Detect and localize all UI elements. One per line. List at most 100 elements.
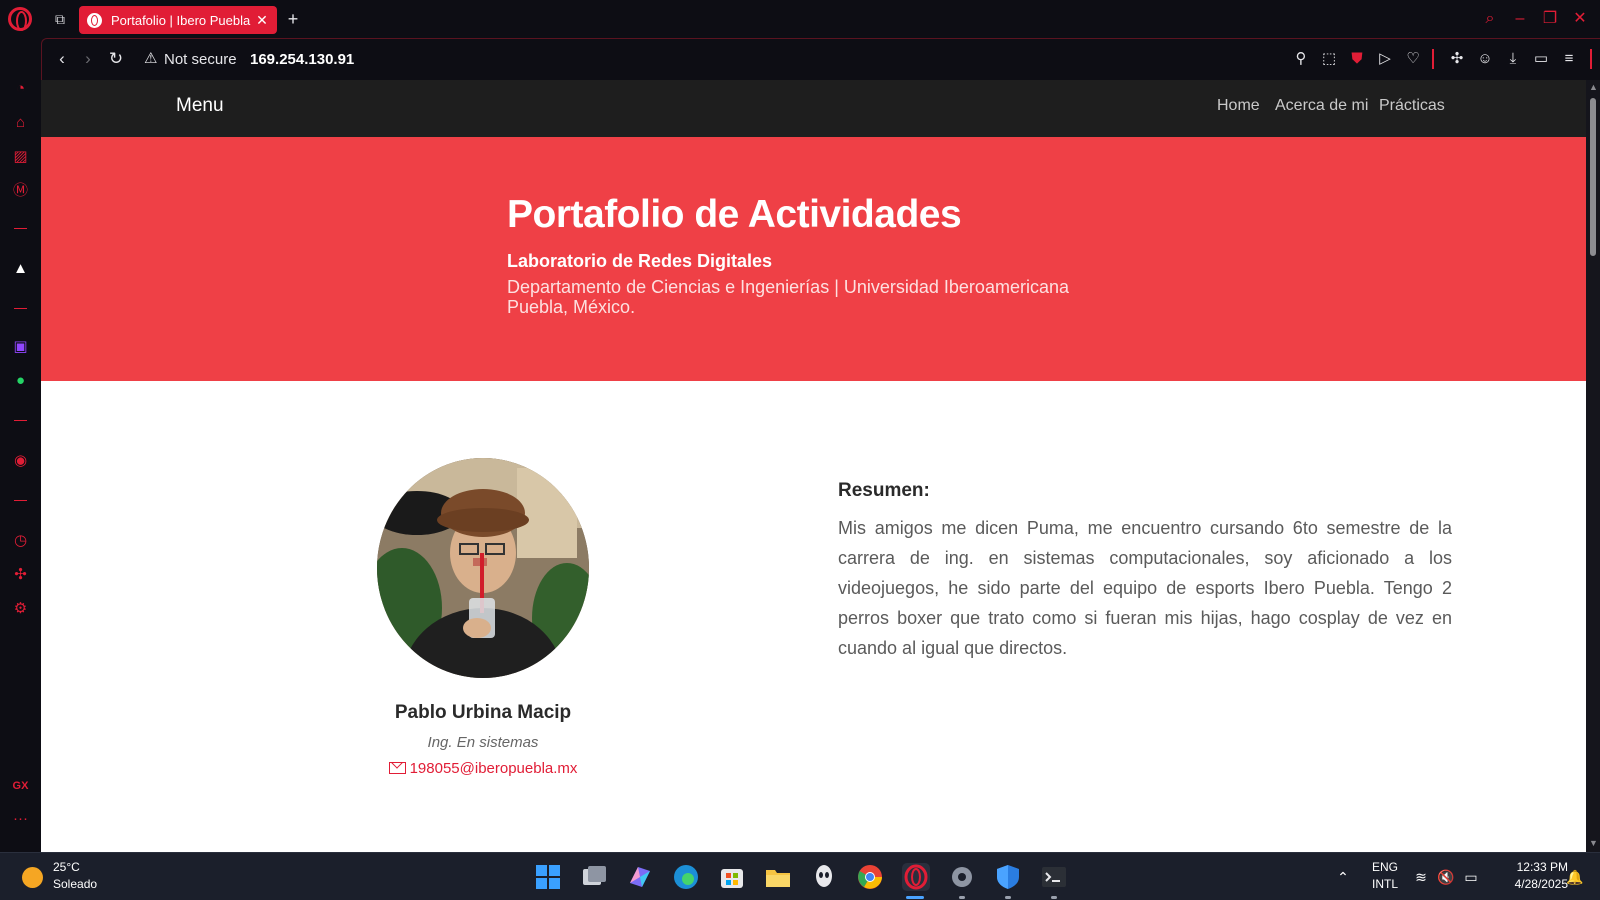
wifi-icon[interactable]: ≋ [1412, 868, 1430, 886]
download-icon[interactable]: ⤓ [1503, 49, 1523, 69]
warning-icon[interactable]: ⚠ [144, 51, 160, 67]
edge-icon[interactable] [672, 863, 700, 891]
sidebar-divider [14, 500, 27, 501]
page-title: Portafolio de Actividades [507, 193, 962, 236]
email-text[interactable]: 198055@iberopuebla.mx [410, 760, 578, 777]
tab-close-icon[interactable]: ✕ [255, 12, 269, 29]
site-navbar: Menu Home Acerca de mi Prácticas [41, 80, 1586, 137]
minimize-icon[interactable]: – [1509, 8, 1531, 30]
defender-shield-icon[interactable] [994, 863, 1022, 891]
task-view-icon[interactable] [580, 863, 608, 891]
tab-islands-icon[interactable]: ⧉ [50, 9, 70, 29]
scroll-thumb[interactable] [1590, 98, 1596, 256]
opera-gx-logo-icon[interactable] [8, 7, 32, 31]
profile-photo [377, 458, 589, 678]
restore-icon[interactable]: ❐ [1539, 8, 1561, 30]
search-tabs-icon[interactable]: ⌕ [1479, 8, 1501, 30]
pin-icon[interactable]: ⚲ [1291, 49, 1311, 69]
running-indicator [1005, 896, 1011, 899]
show-hidden-icons-chevron-icon[interactable]: ⌃ [1334, 868, 1352, 886]
profile-icon[interactable]: ☺ [1475, 49, 1495, 69]
weather-temp[interactable]: 25°C [53, 860, 80, 874]
sidebar-divider [14, 308, 27, 309]
volume-muted-icon[interactable]: 🔇 [1437, 868, 1455, 886]
tab-portafolio[interactable]: Portafolio | Ibero Puebla ✕ [79, 6, 277, 34]
vpn-shield-icon[interactable]: ⛊ [1347, 49, 1367, 69]
reload-icon[interactable]: ↻ [106, 49, 126, 69]
clock-date[interactable]: 4/28/2025 [1492, 877, 1568, 891]
language-secondary[interactable]: INTL [1370, 877, 1400, 891]
aria-icon[interactable]: ▲ [10, 258, 31, 279]
profile-role: Ing. En sistemas [427, 734, 539, 751]
notification-bell-icon[interactable]: 🔔 [1566, 868, 1584, 886]
music-player-icon[interactable]: ◉ [10, 450, 31, 471]
close-window-icon[interactable]: ✕ [1569, 8, 1591, 30]
alienware-icon[interactable] [810, 863, 838, 891]
language-primary[interactable]: ENG [1370, 860, 1400, 874]
battery-saver-icon[interactable]: ▭ [1531, 49, 1551, 69]
active-app-indicator [906, 896, 924, 899]
weather-sun-icon[interactable] [22, 867, 43, 888]
resumen-paragraph: Mis amigos me dicen Puma, me encuentro c… [838, 518, 1452, 658]
gx-cleaner-icon[interactable]: ▨ [10, 146, 31, 167]
nav-link-acerca[interactable]: Acerca de mi [1275, 97, 1368, 115]
page-scrollbar[interactable]: ▲ ▼ [1586, 80, 1600, 852]
weather-desc[interactable]: Soleado [53, 877, 97, 891]
whatsapp-icon[interactable]: ● [10, 370, 31, 391]
heart-icon[interactable]: ♡ [1403, 49, 1423, 69]
envelope-icon [388, 762, 406, 774]
resumen-heading: Resumen: [838, 480, 930, 501]
terminal-icon[interactable] [1040, 863, 1068, 891]
play-icon[interactable]: ▷ [1375, 49, 1395, 69]
copilot-icon[interactable] [626, 863, 654, 891]
profile-name: Pablo Urbina Macip [394, 702, 572, 723]
gx-control-icon[interactable]: ◔ [10, 78, 31, 99]
scroll-down-icon[interactable]: ▼ [1589, 838, 1598, 848]
clock-time[interactable]: 12:33 PM [1492, 860, 1568, 874]
gx-corner-icon[interactable]: ⌂ [10, 112, 31, 133]
url-field[interactable]: 169.254.130.91 [250, 51, 354, 68]
tab-title: Portafolio | Ibero Puebla [111, 12, 251, 28]
page-viewport: Menu Home Acerca de mi Prácticas Portafo… [41, 80, 1586, 852]
navbar-brand[interactable]: Menu [176, 95, 224, 117]
scroll-up-icon[interactable]: ▲ [1589, 82, 1598, 92]
windows-taskbar: 25°C Soleado ⌃ ENG INTL ≋ 🔇 ▭ 12:33 PM 4… [0, 852, 1600, 900]
twitch-icon[interactable]: ▣ [10, 336, 31, 357]
tab-bar: ⧉ Portafolio | Ibero Puebla ✕ + ⌕ – ❐ ✕ [0, 0, 1600, 38]
nav-link-practicas[interactable]: Prácticas [1379, 97, 1445, 115]
hero-location: Puebla, México. [507, 297, 636, 317]
toolbar-divider [1432, 49, 1434, 69]
nav-link-home[interactable]: Home [1217, 97, 1260, 115]
sidebar-divider [14, 420, 27, 421]
browser-sidebar: ◔ ⌂ ▨ Ⓜ ▲ ▣ ● ◉ ◷ ✣ ⚙ GX ··· [0, 38, 41, 852]
history-icon[interactable]: ◷ [10, 530, 31, 551]
gx-label[interactable]: GX [10, 776, 31, 797]
menu-icon[interactable]: ≡ [1559, 49, 1579, 69]
gx-mods-icon[interactable]: Ⓜ [10, 180, 31, 201]
address-bar: ‹ › ↻ ⚠ Not secure 169.254.130.91 ⚲ ⬚ ⛊ … [41, 38, 1600, 80]
extensions-icon[interactable]: ✣ [1447, 49, 1467, 69]
profile-email-link[interactable]: 198055@iberopuebla.mx [291, 760, 675, 777]
sidebar-divider [14, 228, 27, 229]
sidebar-more-icon[interactable]: ··· [10, 808, 31, 829]
new-tab-button[interactable]: + [283, 9, 303, 29]
extensions-sidebar-icon[interactable]: ✣ [10, 564, 31, 585]
running-indicator [1051, 896, 1057, 899]
file-explorer-icon[interactable] [764, 863, 792, 891]
forward-icon[interactable]: › [78, 49, 98, 69]
hero-banner: Portafolio de Actividades Laboratorio de… [41, 137, 1586, 381]
hero-department: Departamento de Ciencias e Ingenierías |… [507, 277, 1069, 297]
battery-icon[interactable]: ▭ [1462, 868, 1480, 886]
settings-gear-icon[interactable]: ⚙ [10, 598, 31, 619]
not-secure-label[interactable]: Not secure [164, 51, 237, 68]
store-icon[interactable] [718, 863, 746, 891]
toolbar-edge [1590, 49, 1592, 69]
windows-start-icon[interactable] [534, 863, 562, 891]
hero-subtitle: Laboratorio de Redes Digitales [507, 251, 773, 271]
settings-taskbar-icon[interactable] [948, 863, 976, 891]
running-indicator [959, 896, 965, 899]
chrome-icon[interactable] [856, 863, 884, 891]
opera-gx-taskbar-icon[interactable] [902, 863, 930, 891]
snapshot-icon[interactable]: ⬚ [1319, 49, 1339, 69]
back-icon[interactable]: ‹ [52, 49, 72, 69]
